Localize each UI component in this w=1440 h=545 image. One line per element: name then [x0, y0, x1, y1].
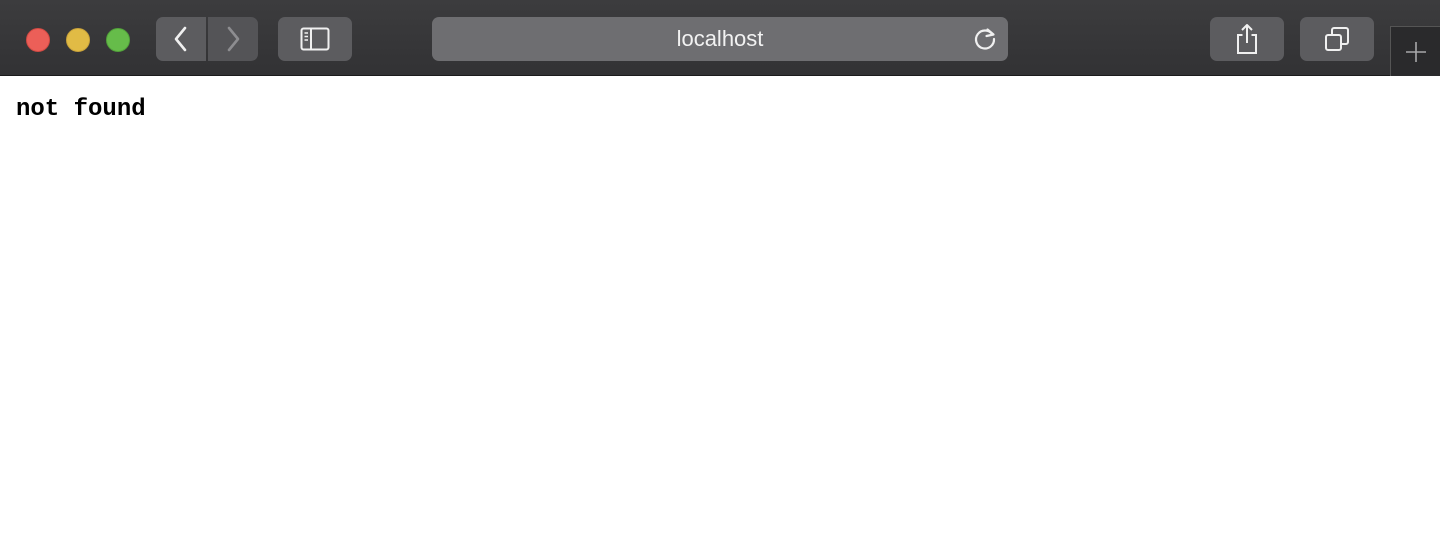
page-content: not found — [0, 76, 1440, 545]
tab-overview-icon — [1325, 27, 1349, 51]
browser-toolbar: localhost — [0, 0, 1440, 76]
sidebar-icon — [300, 27, 330, 51]
address-bar[interactable]: localhost — [432, 17, 1008, 61]
share-button[interactable] — [1210, 17, 1284, 61]
minimize-window-button[interactable] — [66, 28, 90, 52]
new-tab-button[interactable] — [1390, 26, 1440, 76]
zoom-window-button[interactable] — [106, 28, 130, 52]
show-sidebar-button[interactable] — [278, 17, 352, 61]
share-icon — [1237, 24, 1257, 54]
url-text: localhost — [676, 26, 764, 51]
reload-icon[interactable] — [972, 26, 998, 52]
browser-window: localhost not found — [0, 0, 1440, 545]
plus-icon — [1405, 41, 1426, 62]
show-all-tabs-button[interactable] — [1300, 17, 1374, 61]
not-found-message: not found — [16, 96, 146, 123]
close-window-button[interactable] — [26, 28, 50, 52]
forward-button[interactable] — [208, 17, 258, 61]
back-button[interactable] — [156, 17, 206, 61]
chevron-right-icon — [227, 26, 240, 52]
chevron-left-icon — [174, 26, 187, 52]
